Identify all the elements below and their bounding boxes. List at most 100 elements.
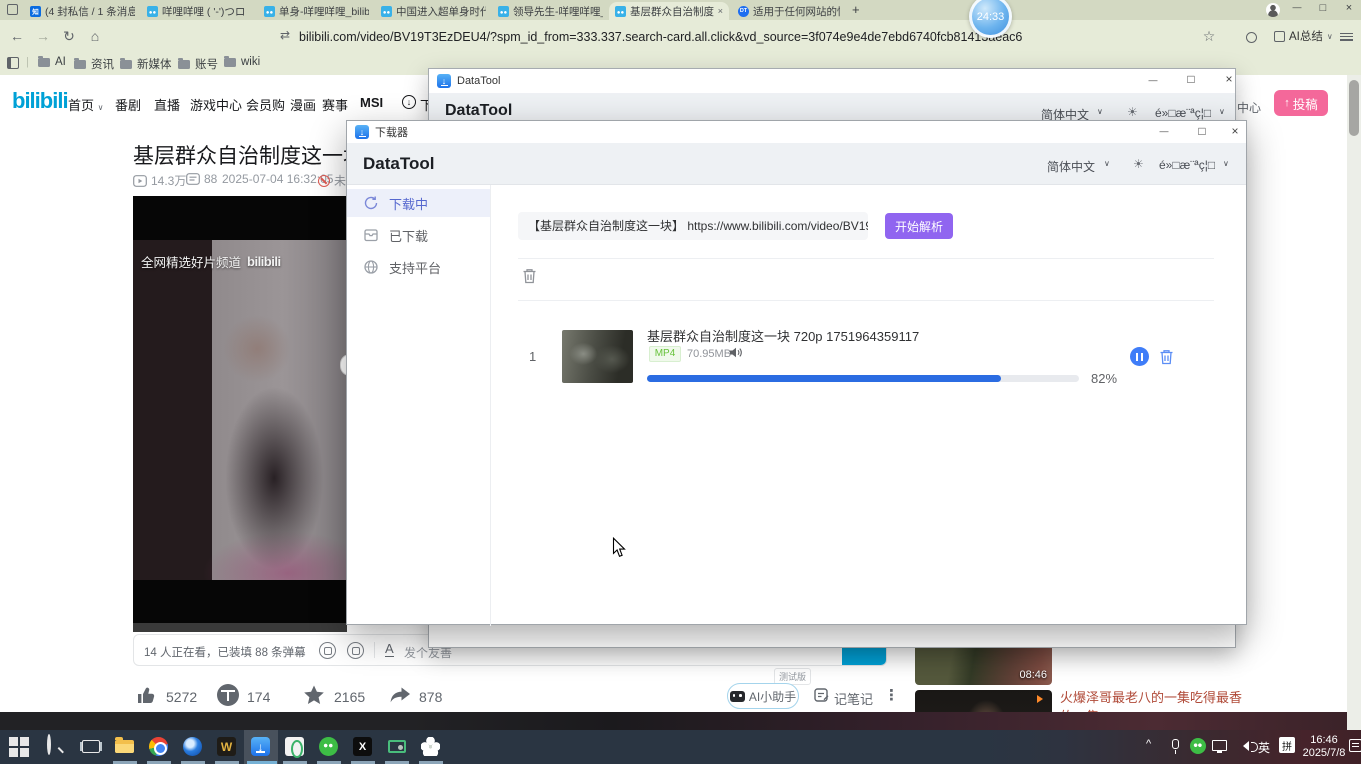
microphone-tray-icon[interactable]	[1166, 736, 1185, 752]
tab-close-icon[interactable]: ×	[718, 6, 723, 16]
nav-home[interactable]: 首页 ∨	[68, 95, 104, 114]
downloader-window[interactable]: ↓ 下载器 — □ × DataTool 简体中文 ∨ ☀ é»□æ¨ªç¦□ …	[346, 120, 1247, 625]
theme-menu-label[interactable]: é»□æ¨ªç¦□	[1159, 158, 1215, 172]
nav-anime[interactable]: 番剧	[115, 95, 141, 114]
taskbar-clock[interactable]: 16:46 2025/7/8	[1298, 734, 1350, 760]
share-icon[interactable]	[389, 684, 411, 706]
download-client-icon[interactable]: ↓	[402, 95, 416, 109]
nav-live[interactable]: 直播	[154, 95, 180, 114]
bookmark-folder-ai[interactable]: AI	[38, 56, 66, 68]
browser-tab[interactable]: 单身-咩哩咩哩_bilibili	[258, 2, 375, 20]
nav-esports[interactable]: 赛事	[322, 95, 348, 114]
sidebar-item-downloaded[interactable]: 已下载	[347, 221, 490, 249]
refresh-icon[interactable]: ↻	[60, 28, 78, 45]
window-minimize-button[interactable]: —	[1143, 75, 1163, 85]
home-icon[interactable]: ⌂	[86, 28, 104, 44]
wechat-button[interactable]	[318, 736, 340, 758]
danmaku-font-icon[interactable]: A	[385, 642, 394, 657]
browser-app-button[interactable]	[182, 736, 204, 758]
datatool-taskbar-button[interactable]: ↓	[250, 736, 272, 758]
address-bar[interactable]: bilibili.com/video/BV19T3EzDEU4/?spm_id_…	[299, 30, 1179, 44]
side-panel-icon[interactable]	[7, 57, 19, 69]
nav-msi[interactable]: MSI	[360, 95, 383, 110]
browser-menu-icon[interactable]	[1340, 31, 1353, 42]
browser-tab[interactable]: DT 适用于任何网站的快速	[732, 2, 846, 20]
upload-button[interactable]: ↑ 投稿	[1274, 90, 1328, 116]
window-maximize-button[interactable]: □	[1181, 72, 1201, 86]
url-input[interactable]: 【基层群众自治制度这一块】 https://www.bilibili.com/v…	[518, 212, 868, 240]
video-player[interactable]: 全网精选好片频道bilibili	[133, 196, 347, 632]
more-actions-icon[interactable]: ⋮	[884, 686, 899, 704]
bookmark-star-icon[interactable]: ☆	[1200, 28, 1218, 45]
like-icon[interactable]	[136, 684, 158, 706]
favorite-icon[interactable]	[303, 684, 325, 706]
sidebar-item-downloading[interactable]: 下载中	[347, 189, 490, 217]
volume-tray-icon[interactable]	[1234, 736, 1249, 751]
back-icon[interactable]: ←	[8, 28, 26, 44]
browser-minimize-button[interactable]: —	[1288, 2, 1306, 12]
browser-profile-avatar[interactable]	[1266, 3, 1280, 17]
browser-tab[interactable]: 领导先生-咩哩咩哩_b	[492, 2, 609, 20]
bookmark-folder-media[interactable]: 新媒体	[120, 56, 172, 72]
theme-menu-label[interactable]: é»□æ¨ªç¦□	[1155, 106, 1211, 120]
tray-expand-icon[interactable]: ^	[1146, 738, 1151, 750]
bookmark-folder-wiki[interactable]: wiki	[224, 56, 260, 68]
danmaku-etiquette-icon[interactable]	[319, 642, 336, 659]
screencast-button[interactable]	[386, 736, 408, 758]
app-oval-button[interactable]	[284, 736, 306, 758]
delete-item-trash-icon[interactable]	[1158, 348, 1175, 366]
wps-button[interactable]: W	[216, 736, 238, 758]
window-title-bar[interactable]: ↓ DataTool	[429, 69, 1235, 93]
browser-tab-active[interactable]: 基层群众自治制度 ×	[609, 2, 729, 20]
danmaku-settings-icon[interactable]	[347, 642, 364, 659]
player-control-strip[interactable]	[133, 623, 347, 632]
audio-icon[interactable]	[729, 346, 742, 359]
start-button[interactable]	[8, 736, 30, 758]
bilibili-logo[interactable]: bilibili	[12, 88, 68, 114]
note-icon[interactable]	[814, 687, 830, 703]
site-info-icon[interactable]: ⇄	[276, 28, 294, 42]
browser-tab[interactable]: 中国进入超单身时代_	[375, 2, 492, 20]
page-scrollbar[interactable]	[1347, 75, 1361, 730]
task-view-button[interactable]	[80, 736, 102, 758]
theme-toggle-icon[interactable]: ☀	[1133, 157, 1144, 171]
restore-tabs-icon[interactable]	[7, 4, 18, 15]
capcut-button[interactable]: X	[352, 736, 374, 758]
bookmark-folder-news[interactable]: 资讯	[74, 56, 114, 72]
window-title-bar[interactable]: ↓ 下载器	[347, 121, 1246, 143]
clear-list-trash-icon[interactable]	[521, 267, 538, 285]
theme-toggle-icon[interactable]: ☀	[1127, 105, 1138, 119]
parse-button[interactable]: 开始解析	[885, 213, 953, 239]
window-minimize-button[interactable]: —	[1154, 126, 1174, 136]
flower-app-button[interactable]	[420, 736, 442, 758]
ai-assistant-button[interactable]: AI小助手	[727, 683, 799, 709]
browser-maximize-button[interactable]: □	[1314, 2, 1332, 14]
ime-mode-indicator[interactable]: 拼	[1278, 736, 1296, 754]
page-scrollbar-thumb[interactable]	[1349, 80, 1359, 136]
language-selector[interactable]: 简体中文	[1047, 158, 1095, 175]
window-restore-button[interactable]: □	[1192, 124, 1212, 138]
note-label[interactable]: 记笔记	[834, 689, 873, 708]
ai-summary-chip[interactable]: AI总结 ∨	[1274, 28, 1333, 44]
pause-button[interactable]	[1130, 347, 1149, 366]
ime-language-indicator[interactable]: 英	[1258, 739, 1270, 756]
nav-vip-shop[interactable]: 会员购	[246, 95, 285, 114]
chrome-button[interactable]	[148, 736, 170, 758]
window-close-button[interactable]: ×	[1225, 124, 1245, 138]
display-tray-icon[interactable]	[1210, 736, 1229, 755]
browser-tab[interactable]: 咩哩咩哩 ( '-')つロ	[141, 2, 258, 20]
browser-tab[interactable]: 知 (4 封私信 / 1 条消息)	[24, 2, 141, 20]
extension-icon[interactable]	[1246, 32, 1257, 43]
new-tab-button[interactable]: +	[852, 2, 860, 17]
browser-close-button[interactable]: ×	[1340, 2, 1358, 14]
forward-icon[interactable]: →	[34, 28, 52, 44]
nav-creator-center[interactable]: 中心	[1237, 99, 1261, 116]
file-explorer-button[interactable]	[114, 736, 136, 758]
window-close-button[interactable]: ×	[1219, 72, 1239, 86]
bookmark-folder-account[interactable]: 账号	[178, 56, 218, 72]
sidebar-item-platforms[interactable]: 支持平台	[347, 253, 490, 281]
coin-icon[interactable]	[217, 684, 239, 706]
action-center-button[interactable]	[1346, 736, 1361, 755]
nav-game-center[interactable]: 游戏中心	[190, 95, 242, 114]
nav-manga[interactable]: 漫画	[290, 95, 316, 114]
